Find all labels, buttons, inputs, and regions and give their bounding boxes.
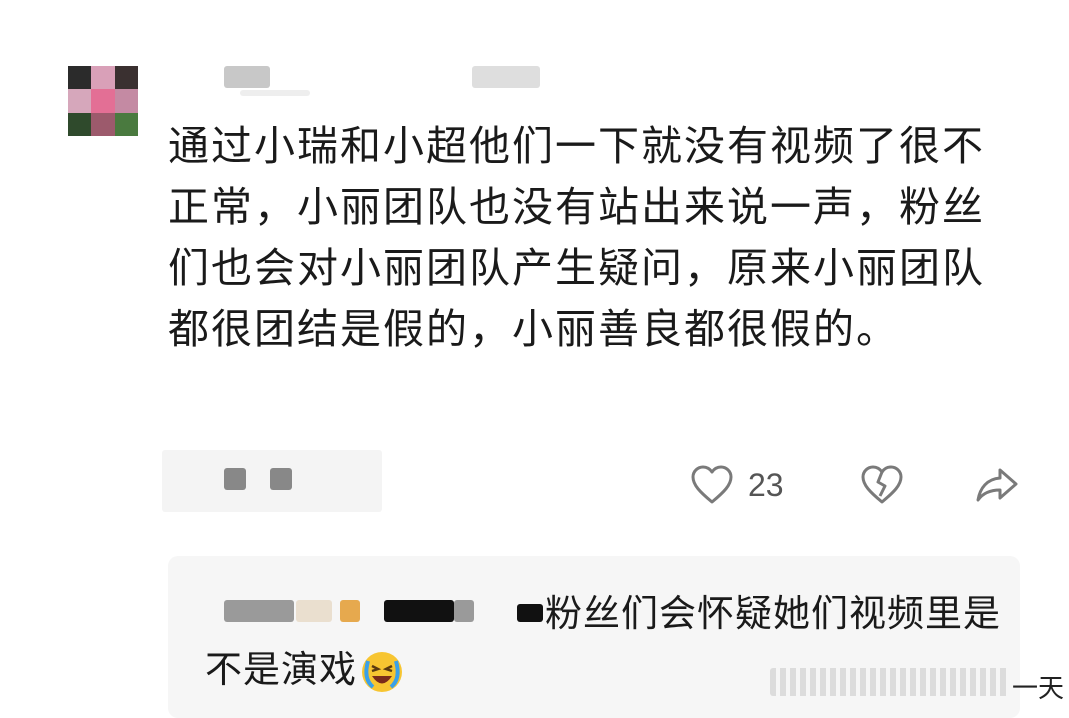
username-redacted[interactable] [224,66,270,88]
comment-meta-redacted [224,468,246,490]
share-arrow-icon [976,468,1018,502]
laughing-crying-emoji-icon [362,651,402,692]
avatar[interactable] [68,66,138,136]
like-count: 23 [748,466,784,503]
like-button[interactable]: 23 [690,464,784,506]
broken-heart-icon [861,465,903,504]
dislike-button[interactable] [860,464,904,506]
comment-meta-redacted-2 [270,468,292,490]
comment-text: 通过小瑞和小超他们一下就没有视频了很不正常，小丽团队也没有站出来说一声，粉丝们也… [168,122,985,353]
username-redacted-faint [240,90,310,96]
badge-redacted [472,66,540,88]
reply-meta-redacted [770,668,1010,696]
share-button[interactable] [974,464,1020,506]
heart-outline-icon [691,465,733,504]
reply-time: 一天 [1012,674,1065,704]
